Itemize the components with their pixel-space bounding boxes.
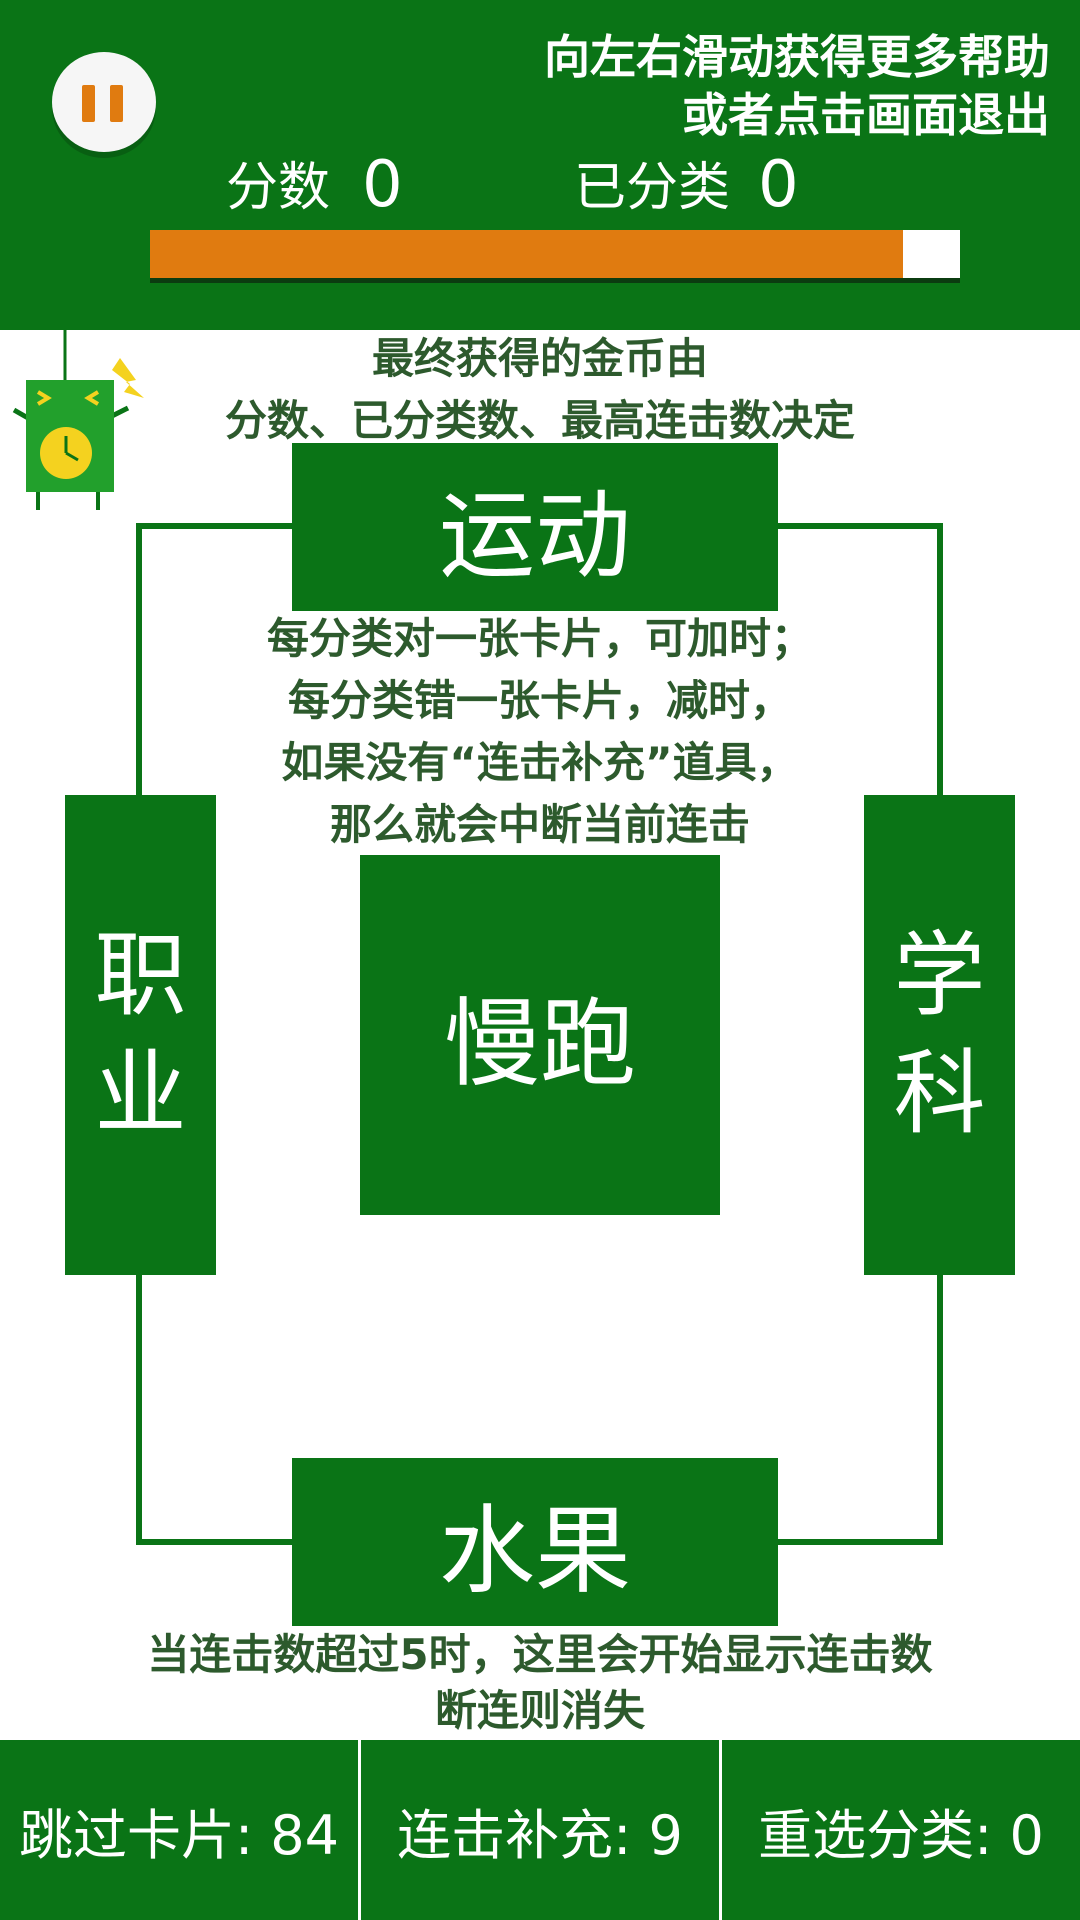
coin-rule-note: 最终获得的金币由 分数、已分类数、最高连击数决定 [0, 328, 1080, 452]
category-left-char2: 业 [94, 1040, 187, 1147]
rule-line1: 每分类对一张卡片，可加时； [266, 614, 813, 663]
time-progress-bar [150, 230, 960, 278]
help-hint-line1: 向左右滑动获得更多帮助 [544, 30, 1050, 84]
rule-line4: 那么就会中断当前连击 [329, 800, 750, 849]
rule-line3: 如果没有“连击补充”道具， [281, 738, 799, 787]
skip-card-button[interactable]: 跳过卡片: 84 [0, 1740, 358, 1920]
rule-line2: 每分类错一张卡片，减时， [287, 676, 792, 725]
category-left-char1: 职 [94, 922, 187, 1029]
help-hint: 向左右滑动获得更多帮助 或者点击画面退出 [350, 28, 1050, 144]
pause-button[interactable] [52, 52, 156, 152]
category-right-char1: 学 [893, 922, 986, 1029]
score-value: 0 [362, 148, 403, 222]
time-progress-fill [150, 230, 904, 278]
combo-note: 当连击数超过5时，这里会开始显示连击数 断连则消失 [60, 1627, 1020, 1739]
sorted-value: 0 [758, 148, 799, 222]
sorting-rule-note: 每分类对一张卡片，可加时； 每分类错一张卡片，减时， 如果没有“连击补充”道具，… [200, 608, 880, 856]
pause-icon-bar [110, 85, 123, 122]
sorted-label: 已分类 [574, 158, 731, 218]
current-card[interactable]: 慢跑 [360, 855, 720, 1215]
help-hint-line2: 或者点击画面退出 [682, 88, 1050, 142]
category-right[interactable]: 学 科 [864, 795, 1015, 1275]
category-top[interactable]: 运动 [292, 443, 778, 611]
powerup-bar: 跳过卡片: 84 连击补充: 9 重选分类: 0 [0, 1740, 1080, 1920]
combo-note-line1: 当连击数超过5时，这里会开始显示连击数 [147, 1630, 933, 1679]
score-label: 分数 [226, 158, 331, 218]
coin-rule-line1: 最终获得的金币由 [371, 334, 708, 383]
reselect-category-button[interactable]: 重选分类: 0 [719, 1740, 1080, 1920]
combo-note-line2: 断连则消失 [434, 1686, 645, 1735]
category-left[interactable]: 职 业 [65, 795, 216, 1275]
category-bottom[interactable]: 水果 [292, 1458, 778, 1626]
pause-icon [82, 85, 95, 122]
combo-refill-button[interactable]: 连击补充: 9 [358, 1740, 719, 1920]
category-right-char2: 科 [893, 1040, 986, 1147]
